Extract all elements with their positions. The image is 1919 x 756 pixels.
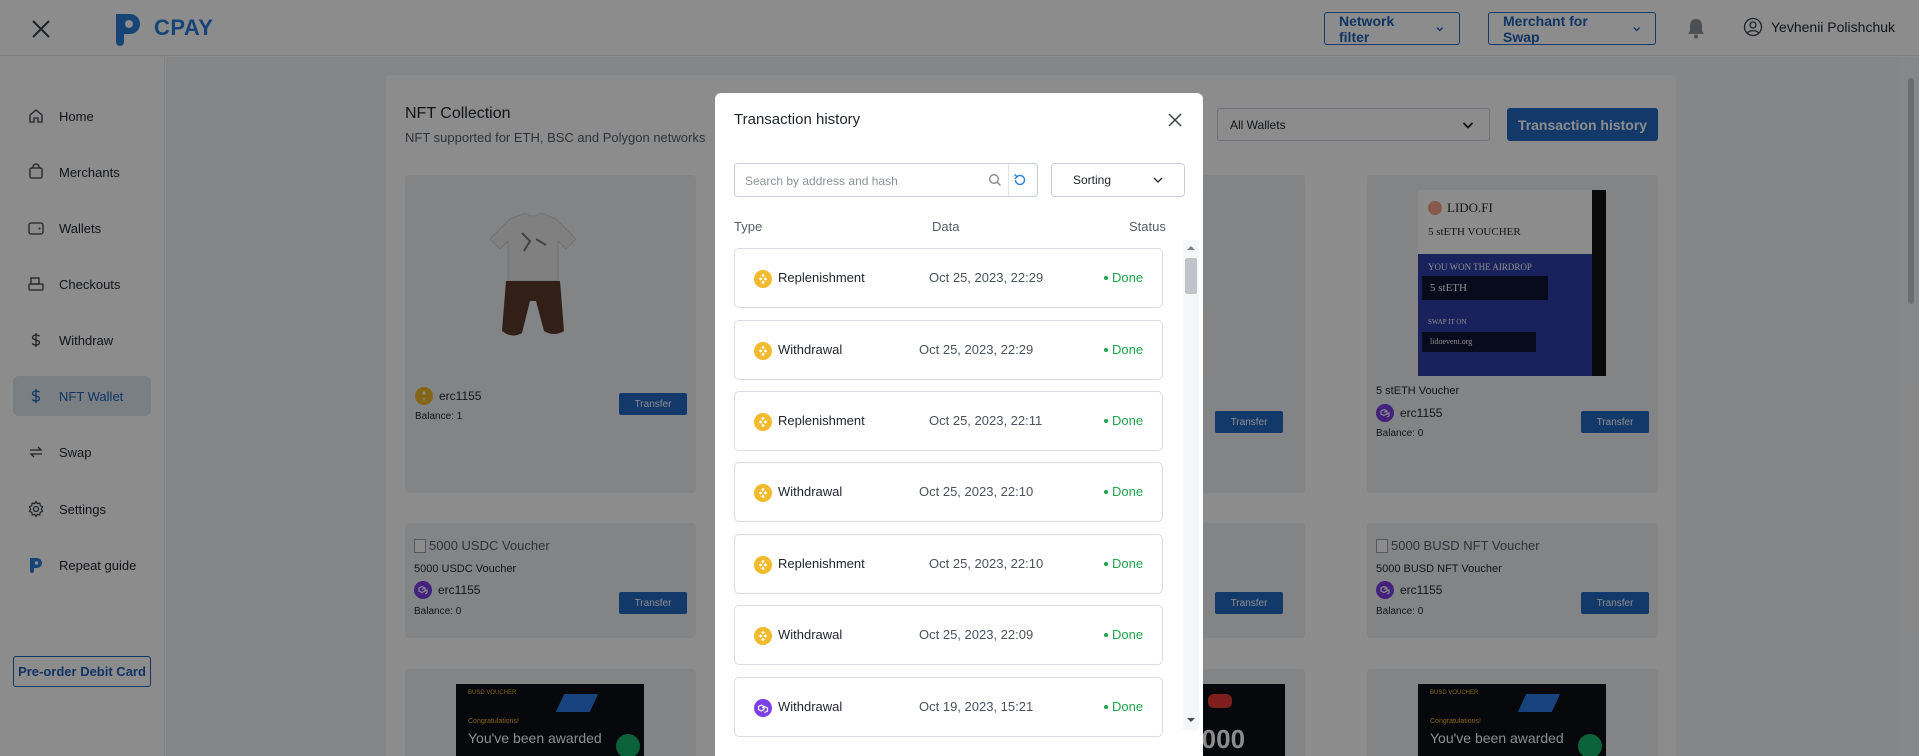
status-badge: Done (1104, 342, 1143, 357)
transaction-type: Withdrawal (778, 699, 843, 714)
modal-scrollbar-track[interactable] (1183, 240, 1199, 730)
search-field (734, 163, 1038, 197)
modal-scrollbar[interactable] (1183, 240, 1199, 730)
status-dot (1104, 347, 1108, 352)
sorting-label: Sorting (1073, 173, 1112, 187)
status-dot (1104, 704, 1108, 709)
scroll-up-arrow-icon[interactable] (1186, 243, 1196, 253)
column-header-type: Type (734, 219, 763, 234)
bnb-coin-icon (754, 342, 772, 360)
sorting-select[interactable]: Sorting (1051, 163, 1185, 197)
status-badge: Done (1104, 627, 1143, 642)
search-divider (1008, 164, 1009, 196)
bnb-coin-icon (754, 627, 772, 645)
transaction-history-modal: Transaction history Sorting Type Data St… (715, 93, 1203, 756)
transaction-date: Oct 25, 2023, 22:10 (929, 556, 1044, 571)
search-icon[interactable] (988, 173, 1002, 187)
status-badge: Done (1104, 484, 1143, 499)
modal-scrollbar-thumb[interactable] (1185, 258, 1197, 294)
chevron-down-icon (1153, 177, 1163, 183)
transaction-date: Oct 25, 2023, 22:29 (919, 342, 1034, 357)
transaction-row[interactable]: Replenishment Oct 25, 2023, 22:11 Done (734, 391, 1163, 451)
transaction-type: Replenishment (778, 270, 865, 285)
transaction-row[interactable]: Withdrawal Oct 25, 2023, 22:09 Done (734, 605, 1163, 665)
bnb-coin-icon (754, 413, 772, 431)
bnb-coin-icon (754, 270, 772, 288)
column-header-data: Data (932, 219, 960, 234)
bnb-coin-icon (754, 556, 772, 574)
transaction-type: Replenishment (778, 413, 865, 428)
column-header-status: Status (1129, 219, 1166, 234)
status-badge: Done (1104, 413, 1143, 428)
status-badge: Done (1104, 270, 1143, 285)
transaction-date: Oct 25, 2023, 22:29 (929, 270, 1044, 285)
transaction-date: Oct 25, 2023, 22:10 (919, 484, 1034, 499)
transaction-type: Withdrawal (778, 484, 843, 499)
status-dot (1104, 418, 1108, 423)
transaction-date: Oct 19, 2023, 15:21 (919, 699, 1034, 714)
transaction-row[interactable]: Withdrawal Oct 25, 2023, 22:29 Done (734, 320, 1163, 380)
transaction-date: Oct 25, 2023, 22:09 (919, 627, 1034, 642)
matic-coin-icon (754, 699, 772, 717)
status-dot (1104, 561, 1108, 566)
status-dot (1104, 632, 1108, 637)
scroll-down-arrow-icon[interactable] (1186, 715, 1196, 725)
status-badge: Done (1104, 699, 1143, 714)
transaction-row[interactable]: Withdrawal Oct 19, 2023, 15:21 Done (734, 677, 1163, 737)
status-dot (1104, 489, 1108, 494)
status-badge: Done (1104, 556, 1143, 571)
transaction-type: Withdrawal (778, 627, 843, 642)
search-input[interactable] (745, 172, 975, 190)
transaction-row[interactable]: Replenishment Oct 25, 2023, 22:29 Done (734, 248, 1163, 308)
transaction-row[interactable]: Replenishment Oct 25, 2023, 22:10 Done (734, 534, 1163, 594)
transaction-date: Oct 25, 2023, 22:11 (929, 413, 1043, 428)
modal-title: Transaction history (734, 111, 861, 128)
transaction-type: Replenishment (778, 556, 865, 571)
transaction-row[interactable]: Withdrawal Oct 25, 2023, 22:10 Done (734, 462, 1163, 522)
status-dot (1104, 275, 1108, 280)
transaction-type: Withdrawal (778, 342, 843, 357)
transaction-list: Replenishment Oct 25, 2023, 22:29 Done W… (734, 248, 1164, 738)
bnb-coin-icon (754, 484, 772, 502)
refresh-icon[interactable] (1012, 172, 1028, 188)
close-icon[interactable] (1167, 112, 1183, 128)
